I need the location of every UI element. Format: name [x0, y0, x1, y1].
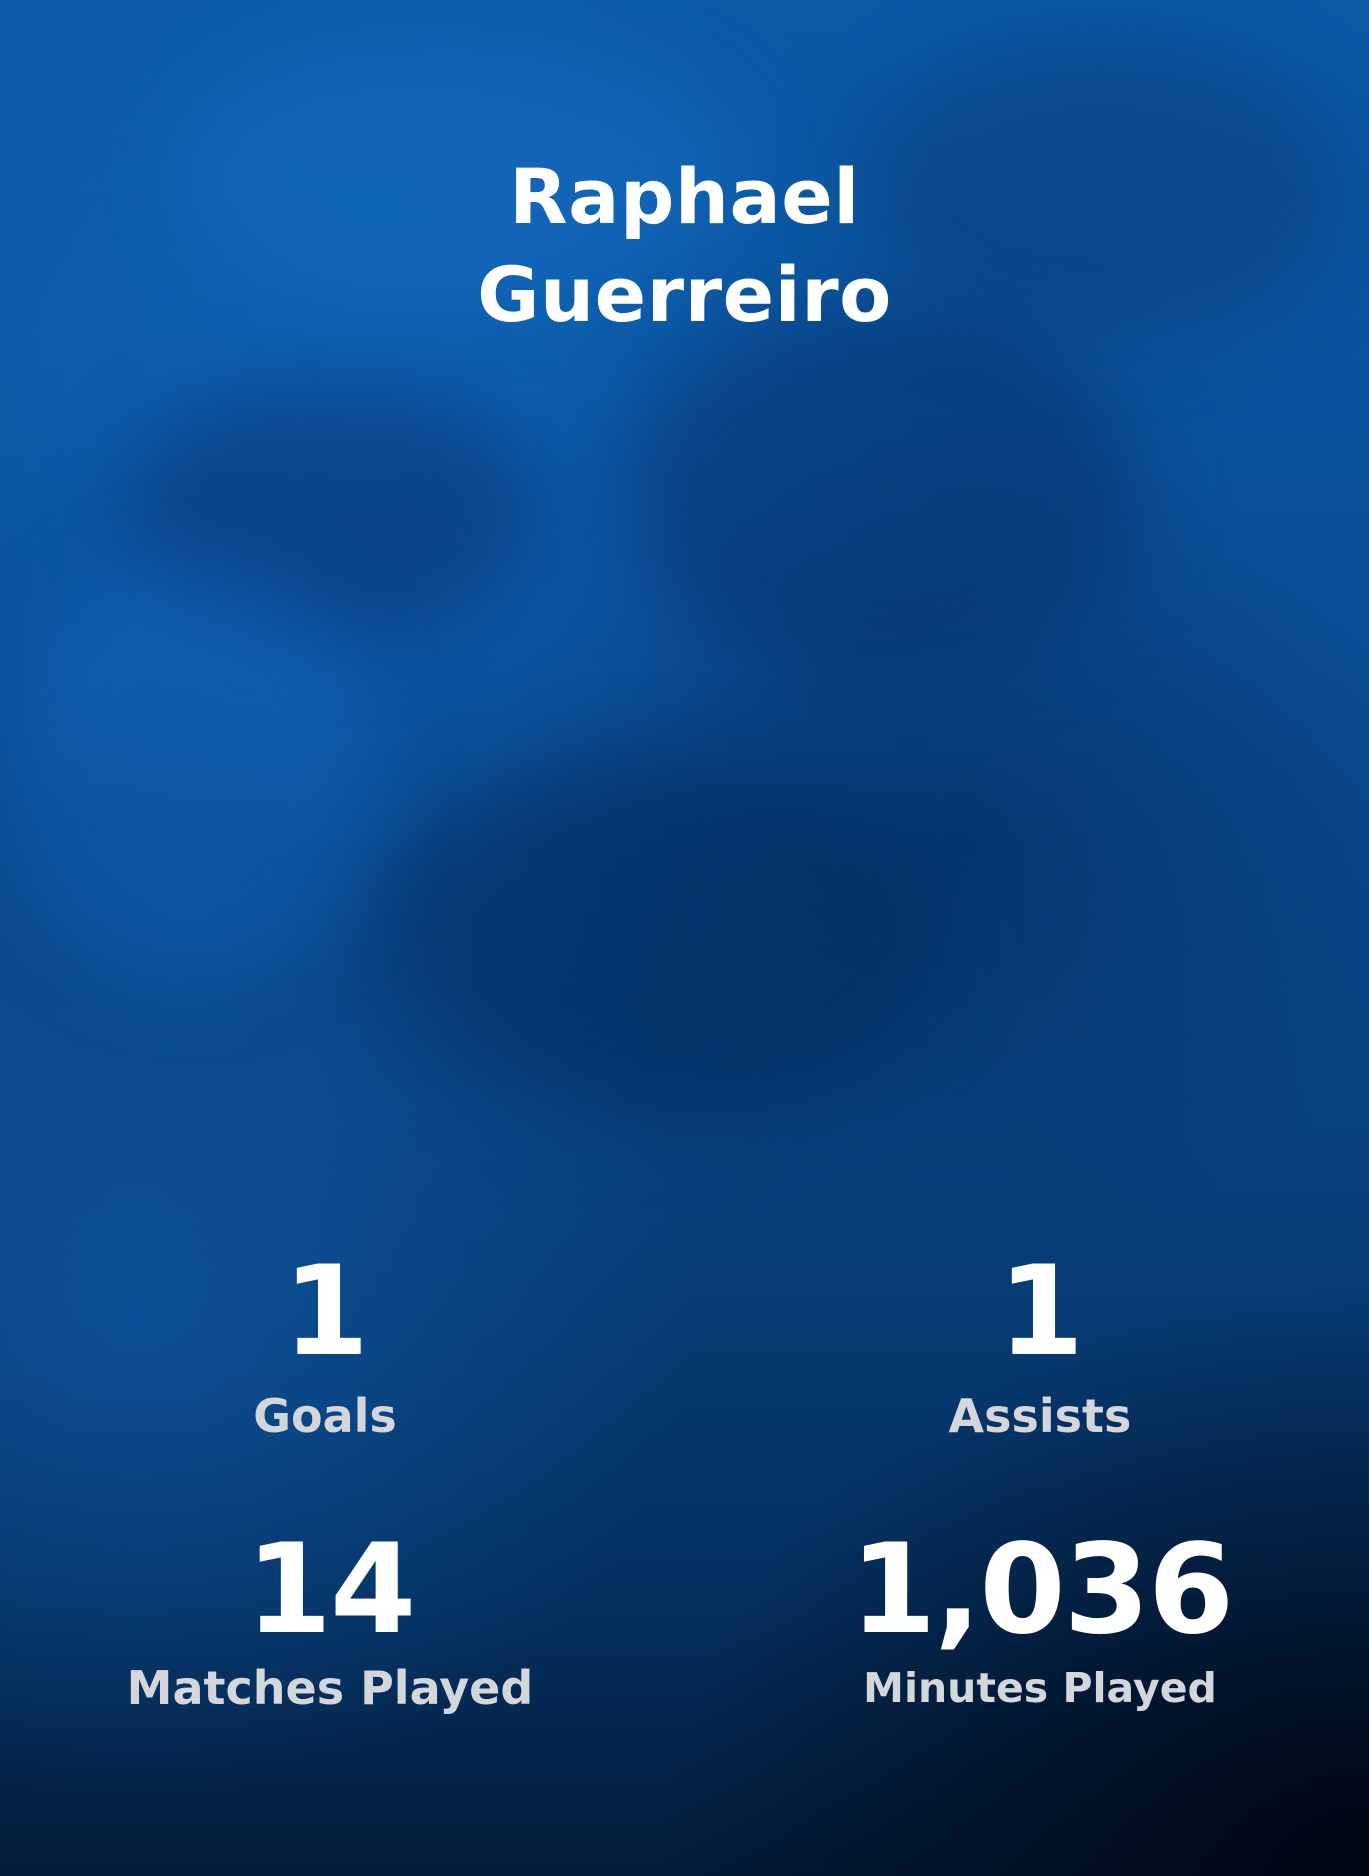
goals-label: Goals — [253, 1389, 397, 1443]
matches-value: 14 — [245, 1518, 417, 1662]
texture-blot — [0, 560, 380, 980]
stat-goals: 1 Goals — [205, 1250, 445, 1444]
assists-label: Assists — [948, 1389, 1132, 1443]
player-name: Raphael Guerreiro — [0, 148, 1369, 344]
texture-blot — [380, 760, 940, 1120]
stat-matches: 14 Matches Played — [100, 1528, 560, 1716]
stat-minutes: 1,036 Minutes Played — [850, 1518, 1234, 1716]
goals-value: 1 — [282, 1240, 369, 1384]
minutes-label: Minutes Played — [863, 1664, 1217, 1712]
stat-assists: 1 Assists — [900, 1250, 1180, 1444]
minutes-value: 1,036 — [850, 1518, 1234, 1662]
player-last-name: Guerreiro — [477, 250, 892, 339]
texture-blot — [620, 300, 1140, 680]
matches-label: Matches Played — [126, 1661, 534, 1715]
player-first-name: Raphael — [509, 152, 860, 241]
assists-value: 1 — [997, 1240, 1084, 1384]
